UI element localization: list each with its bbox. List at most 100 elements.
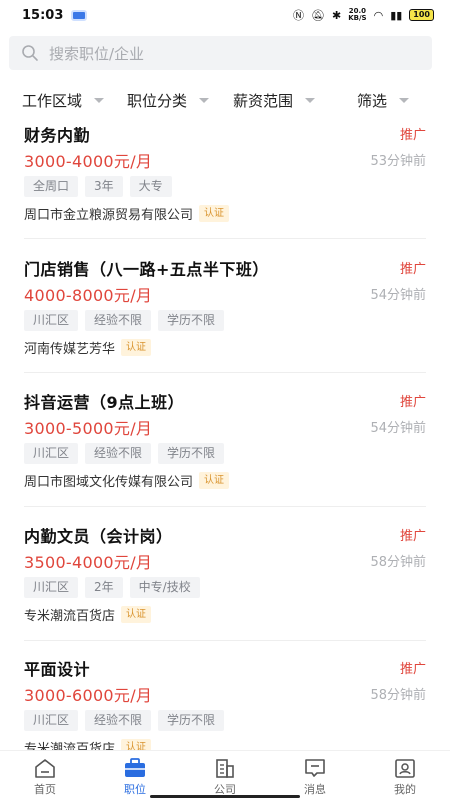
promo-label: 推广 [399,662,426,677]
company-row: 专米潮流百货店 认证 [24,605,152,624]
tag-location: 川汇区 [24,577,79,598]
post-time: 54分钟前 [370,421,426,436]
caret-down-icon [94,98,105,103]
search-bar[interactable]: 搜索职位/企业 [9,36,432,70]
filter-label: 薪资范围 [233,92,294,110]
filter-label: 筛选 [357,92,388,110]
job-title: 内勤文员（会计岗） [24,527,173,546]
filter-salary-range[interactable]: 薪资范围 [233,90,316,111]
tag-education: 学历不限 [158,710,225,731]
status-icons: Ⓝ 🔕︎ ✱ 20.0 KB/S ◠ ▮▮ 100 [293,8,434,22]
tab-company[interactable]: 公司 [180,751,270,800]
job-title: 门店销售（八一路+五点半下班） [24,260,269,279]
tab-label: 首页 [34,783,56,796]
filter-label: 工作区域 [22,92,83,110]
tag-education: 大专 [129,176,172,197]
job-card[interactable]: 财务内勤 推广 3000-4000元/月 53分钟前 全周口 3年 大专 周口市… [0,122,450,256]
company-name: 专米潮流百货店 [24,609,116,624]
building-icon [216,759,234,778]
certified-badge: 认证 [121,339,152,356]
signal-icon: ▮▮ [390,8,403,22]
tag-experience: 经验不限 [85,710,152,731]
app-notification-icon [71,9,88,21]
tab-home[interactable]: 首页 [0,751,90,800]
job-salary: 3000-6000元/月 [24,686,153,705]
status-bar: 15:03 Ⓝ 🔕︎ ✱ 20.0 KB/S ◠ ▮▮ 100 [0,0,450,30]
tab-label: 消息 [304,783,326,796]
company-name: 周口市图域文化传媒有限公司 [24,475,194,490]
divider [24,238,426,239]
job-tags: 川汇区 经验不限 学历不限 [24,443,225,464]
promo-label: 推广 [399,262,426,277]
job-salary: 4000-8000元/月 [24,286,153,305]
company-row: 专米潮流百货店 认证 [24,738,152,750]
net-speed-unit: KB/S [348,14,367,22]
tab-messages[interactable]: 消息 [270,751,360,800]
tag-location: 全周口 [24,176,79,197]
caret-down-icon [399,98,410,103]
nfc-icon: Ⓝ [293,8,305,22]
home-icon [35,759,55,778]
job-tags: 全周口 3年 大专 [24,176,172,197]
promo-label: 推广 [399,128,426,143]
caret-down-icon [305,98,316,103]
tab-jobs[interactable]: 职位 [90,751,180,800]
job-tags: 川汇区 2年 中专/技校 [24,577,200,598]
promo-label: 推广 [399,395,426,410]
post-time: 54分钟前 [370,288,426,303]
message-icon [305,759,325,777]
briefcase-icon [125,758,145,777]
filter-job-category[interactable]: 职位分类 [127,90,210,111]
job-title: 抖音运营（9点上班） [24,393,185,412]
bluetooth-icon: ✱ [332,8,342,22]
tab-profile[interactable]: 我的 [360,751,450,800]
certified-badge: 认证 [199,205,230,222]
tag-experience: 经验不限 [85,443,152,464]
net-speed: 20.0 KB/S [348,8,366,22]
job-salary: 3500-4000元/月 [24,553,153,572]
job-list[interactable]: 财务内勤 推广 3000-4000元/月 53分钟前 全周口 3年 大专 周口市… [0,120,450,750]
caret-down-icon [199,98,210,103]
job-title: 财务内勤 [24,126,91,145]
certified-badge: 认证 [199,472,230,489]
tag-experience: 2年 [85,577,123,598]
divider [24,640,426,641]
mute-icon: 🔕︎ [311,8,325,22]
divider [24,372,426,373]
profile-icon [395,759,415,778]
job-card[interactable]: 内勤文员（会计岗） 推广 3500-4000元/月 58分钟前 川汇区 2年 中… [0,523,450,657]
filter-work-area[interactable]: 工作区域 [22,90,105,111]
tag-education: 学历不限 [158,443,225,464]
filter-label: 职位分类 [127,92,188,110]
tag-education: 中专/技校 [129,577,200,598]
home-indicator[interactable] [150,795,300,798]
company-name: 专米潮流百货店 [24,742,116,750]
job-tags: 川汇区 经验不限 学历不限 [24,310,225,331]
company-name: 周口市金立粮源贸易有限公司 [24,208,194,223]
filter-bar: 工作区域 职位分类 薪资范围 筛选 [0,78,450,122]
bottom-tab-bar: 首页 职位 公司 消息 我的 [0,750,450,800]
wifi-icon: ◠ [373,8,384,22]
post-time: 58分钟前 [370,555,426,570]
promo-label: 推广 [399,529,426,544]
company-row: 周口市图域文化传媒有限公司 认证 [24,471,230,490]
tab-label: 我的 [394,783,416,796]
filter-more[interactable]: 筛选 [357,90,410,111]
search-placeholder: 搜索职位/企业 [49,44,145,63]
tag-experience: 3年 [85,176,123,197]
search-icon [22,45,38,61]
job-title: 平面设计 [24,660,91,679]
divider [24,506,426,507]
company-row: 周口市金立粮源贸易有限公司 认证 [24,204,230,223]
certified-badge: 认证 [121,606,152,623]
tag-location: 川汇区 [24,443,79,464]
job-salary: 3000-5000元/月 [24,419,153,438]
job-card[interactable]: 抖音运营（9点上班） 推广 3000-5000元/月 54分钟前 川汇区 经验不… [0,389,450,523]
certified-badge: 认证 [121,739,152,750]
tag-experience: 经验不限 [85,310,152,331]
job-card[interactable]: 门店销售（八一路+五点半下班） 推广 4000-8000元/月 54分钟前 川汇… [0,256,450,390]
tag-location: 川汇区 [24,310,79,331]
company-name: 河南传媒艺芳华 [24,342,116,357]
post-time: 58分钟前 [370,688,426,703]
job-card[interactable]: 平面设计 推广 3000-6000元/月 58分钟前 川汇区 经验不限 学历不限… [0,656,450,750]
